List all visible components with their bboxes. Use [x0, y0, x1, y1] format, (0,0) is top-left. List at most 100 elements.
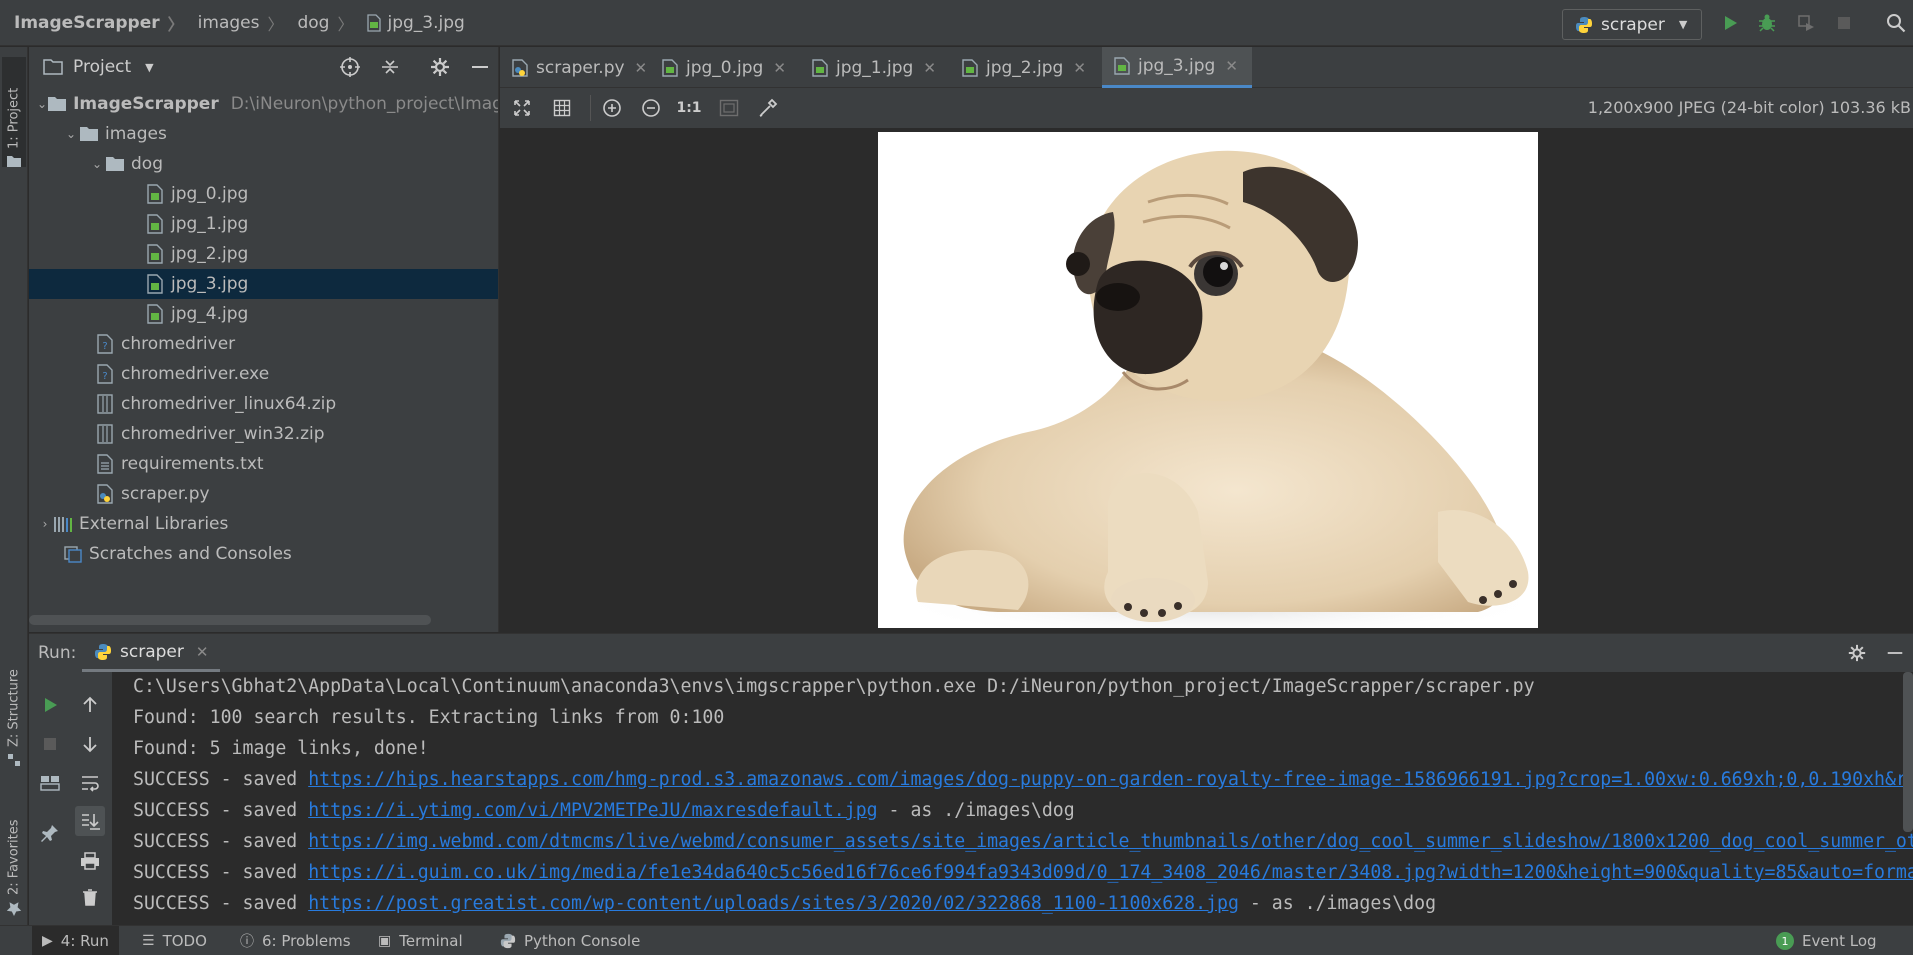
- color-picker-icon[interactable]: [756, 96, 780, 120]
- folder-icon: [43, 59, 63, 75]
- tool-window-event-log[interactable]: 1 Event Log: [1776, 926, 1877, 955]
- image-file-icon: [145, 243, 165, 265]
- tree-item-file[interactable]: chromedriver_win32.zip: [29, 419, 498, 449]
- console-link[interactable]: https://img.webmd.com/dtmcms/live/webmd/…: [308, 831, 1913, 852]
- tree-item-file[interactable]: scraper.py: [29, 479, 498, 509]
- scroll-to-end-icon[interactable]: [75, 806, 105, 836]
- tree-item-project-root[interactable]: ⌄ ImageScrapper D:\iNeuron\python_projec…: [29, 89, 498, 119]
- run-with-coverage-icon[interactable]: [1794, 11, 1818, 35]
- tree-item-file[interactable]: jpg_2.jpg: [29, 239, 498, 269]
- console-output[interactable]: C:\Users\Gbhat2\AppData\Local\Continuum\…: [113, 672, 1913, 926]
- tree-item-file[interactable]: ? chromedriver: [29, 329, 498, 359]
- console-link[interactable]: https://hips.hearstapps.com/hmg-prod.s3.…: [308, 769, 1913, 790]
- tree-item-file[interactable]: jpg_1.jpg: [29, 209, 498, 239]
- grid-icon[interactable]: [550, 96, 574, 120]
- caret-down-icon[interactable]: ▼: [145, 61, 153, 74]
- tab-jpg-1[interactable]: jpg_1.jpg ✕: [800, 47, 948, 88]
- minimize-icon[interactable]: [1885, 643, 1905, 663]
- tree-item-label: jpg_2.jpg: [171, 244, 249, 264]
- archive-file-icon: [95, 423, 115, 445]
- terminal-icon: ▣: [378, 933, 392, 949]
- close-icon[interactable]: ✕: [635, 59, 648, 77]
- tab-label: scraper.py: [536, 57, 625, 78]
- tree-item-file[interactable]: jpg_0.jpg: [29, 179, 498, 209]
- run-tab-scraper[interactable]: scraper ✕: [82, 634, 221, 672]
- tree-item-scratches[interactable]: Scratches and Consoles: [29, 539, 498, 569]
- zoom-in-icon[interactable]: [600, 96, 624, 120]
- chevron-down-icon[interactable]: ⌄: [89, 157, 105, 171]
- trash-icon[interactable]: [77, 884, 103, 910]
- gear-icon[interactable]: [429, 56, 451, 78]
- chevron-down-icon[interactable]: ⌄: [63, 127, 79, 141]
- tool-window-python-console[interactable]: Python Console: [500, 926, 640, 955]
- pin-icon[interactable]: [37, 820, 63, 846]
- console-link[interactable]: https://i.ytimg.com/vi/MPV2METPeJU/maxre…: [308, 800, 877, 821]
- python-file-icon: [512, 58, 528, 77]
- console-text: SUCCESS - saved: [133, 862, 309, 883]
- tool-window-todo[interactable]: ☰ TODO: [142, 926, 207, 955]
- scroll-down-icon[interactable]: [77, 731, 103, 757]
- minimize-icon[interactable]: [469, 56, 491, 78]
- tool-window-label: 6: Problems: [262, 932, 351, 950]
- tool-window-problems[interactable]: ⓘ 6: Problems: [240, 926, 351, 955]
- tool-window-project[interactable]: 1: Project: [2, 57, 26, 167]
- chevron-down-icon[interactable]: ⌄: [37, 97, 47, 111]
- locate-icon[interactable]: [339, 56, 361, 78]
- close-icon[interactable]: ✕: [923, 59, 936, 77]
- tab-jpg-3[interactable]: jpg_3.jpg ✕: [1102, 47, 1252, 88]
- image-file-icon: [145, 273, 165, 295]
- close-icon[interactable]: ✕: [773, 59, 786, 77]
- tool-window-terminal[interactable]: ▣ Terminal: [378, 926, 463, 955]
- breadcrumb-item-file[interactable]: jpg_3.jpg: [353, 0, 465, 46]
- tool-window-run[interactable]: ▶ 4: Run: [32, 926, 119, 955]
- actual-size-button[interactable]: 1:1: [676, 96, 701, 120]
- breadcrumb-item-project[interactable]: ImageScrapper 〉: [0, 0, 184, 46]
- breadcrumb-item-dog[interactable]: dog 〉: [283, 0, 353, 46]
- stop-icon[interactable]: [1832, 11, 1856, 35]
- fit-to-window-icon[interactable]: [510, 96, 534, 120]
- zoom-out-icon[interactable]: [639, 96, 663, 120]
- layout-icon[interactable]: [37, 770, 63, 796]
- soft-wrap-icon[interactable]: [77, 770, 103, 796]
- tree-item-file-selected[interactable]: jpg_3.jpg: [29, 269, 498, 299]
- tree-item-folder[interactable]: ⌄ images: [29, 119, 498, 149]
- fit-zoom-icon[interactable]: [717, 96, 741, 120]
- tree-item-external-libraries[interactable]: › External Libraries: [29, 509, 498, 539]
- close-icon[interactable]: ✕: [1073, 59, 1086, 77]
- chevron-right-icon[interactable]: ›: [37, 517, 53, 531]
- print-icon[interactable]: [77, 848, 103, 874]
- tool-window-label: Terminal: [399, 932, 463, 950]
- breadcrumb-item-images[interactable]: images 〉: [184, 0, 284, 46]
- rerun-icon[interactable]: [37, 692, 63, 718]
- tree-item-folder[interactable]: ⌄ dog: [29, 149, 498, 179]
- stop-icon[interactable]: [37, 731, 63, 757]
- close-icon[interactable]: ✕: [196, 643, 209, 661]
- run-icon[interactable]: [1718, 11, 1742, 35]
- tree-item-label: jpg_0.jpg: [171, 184, 249, 204]
- scroll-up-icon[interactable]: [77, 692, 103, 718]
- tab-scraper-py[interactable]: scraper.py ✕: [500, 47, 648, 88]
- folder-icon: [79, 123, 99, 145]
- tool-window-label: 4: Run: [60, 932, 109, 950]
- gear-icon[interactable]: [1847, 643, 1867, 663]
- tree-item-file[interactable]: ? chromedriver.exe: [29, 359, 498, 389]
- debug-icon[interactable]: [1755, 11, 1779, 35]
- search-icon[interactable]: [1884, 11, 1908, 35]
- horizontal-scrollbar[interactable]: [29, 615, 431, 625]
- console-link[interactable]: https://post.greatist.com/wp-content/upl…: [308, 893, 1239, 914]
- tab-jpg-0[interactable]: jpg_0.jpg ✕: [650, 47, 798, 88]
- vertical-scrollbar[interactable]: [1903, 672, 1913, 832]
- tree-item-file[interactable]: requirements.txt: [29, 449, 498, 479]
- tree-item-file[interactable]: chromedriver_linux64.zip: [29, 389, 498, 419]
- python-icon: [500, 933, 516, 949]
- run-configuration-select[interactable]: scraper ▼: [1562, 9, 1702, 40]
- collapse-all-icon[interactable]: [379, 56, 401, 78]
- close-icon[interactable]: ✕: [1225, 57, 1238, 75]
- tool-window-structure[interactable]: Z: Structure: [2, 647, 26, 767]
- tab-jpg-2[interactable]: jpg_2.jpg ✕: [950, 47, 1098, 88]
- console-link[interactable]: https://i.guim.co.uk/img/media/fe1e34da6…: [308, 862, 1913, 883]
- tool-window-favorites[interactable]: 2: Favorites: [2, 787, 26, 917]
- tree-item-label: chromedriver: [121, 334, 236, 354]
- project-view-selector[interactable]: Project: [73, 57, 131, 77]
- tree-item-file[interactable]: jpg_4.jpg: [29, 299, 498, 329]
